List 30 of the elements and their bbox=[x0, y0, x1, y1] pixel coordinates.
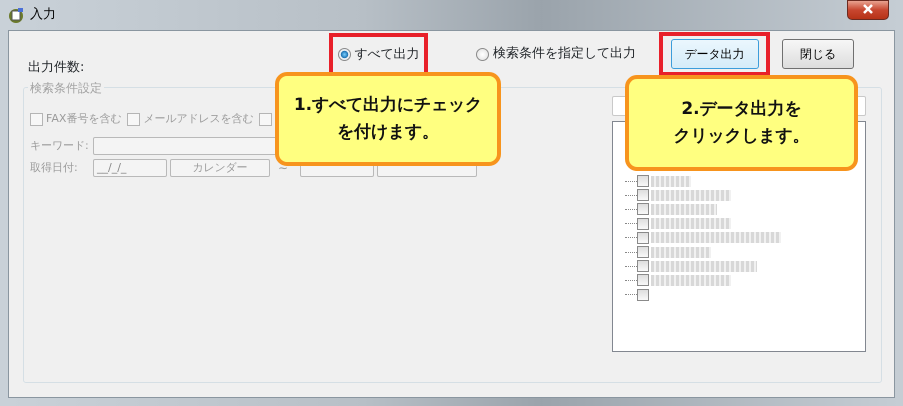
blurred-label bbox=[651, 176, 691, 187]
checkbox[interactable] bbox=[259, 112, 272, 126]
close-dialog-button[interactable]: 閉じる bbox=[782, 39, 854, 69]
count-label: 出力件数: bbox=[27, 58, 86, 76]
tree-checkbox[interactable] bbox=[637, 203, 649, 216]
tree-checkbox[interactable] bbox=[637, 274, 649, 286]
radio-option[interactable]: すべて出力 bbox=[338, 44, 420, 64]
window-title: 入力 bbox=[30, 6, 56, 24]
tooltip-text: 2.データ出力を bbox=[681, 98, 802, 121]
tooltip-text: クリックします。 bbox=[674, 125, 810, 148]
app-icon bbox=[8, 7, 24, 23]
tree-checkbox[interactable] bbox=[637, 246, 649, 258]
tree-checkbox[interactable] bbox=[637, 175, 649, 188]
keyword-label: キーワード: bbox=[30, 138, 90, 154]
blurred-label bbox=[651, 246, 711, 258]
blurred-label bbox=[651, 204, 717, 215]
tree-checkbox[interactable] bbox=[637, 288, 649, 301]
group-title: 検索条件設定 bbox=[28, 79, 104, 97]
tooltip-text: を付けます。 bbox=[337, 121, 439, 144]
radio-option[interactable]: 検索条件を指定して出力 bbox=[476, 44, 636, 64]
tree-checkbox[interactable] bbox=[637, 189, 649, 202]
date-label: 取得日付: bbox=[30, 160, 79, 176]
tree-checkbox[interactable] bbox=[637, 232, 649, 244]
close-icon bbox=[862, 4, 874, 14]
range-separator: ~ bbox=[278, 160, 288, 177]
export-button[interactable]: データ出力 bbox=[670, 39, 758, 69]
tree-checkbox[interactable] bbox=[637, 260, 649, 272]
close-button[interactable] bbox=[847, 0, 889, 20]
tree-checkbox[interactable] bbox=[637, 218, 649, 230]
tooltip-text: 1.すべて出力にチェック bbox=[294, 94, 482, 117]
